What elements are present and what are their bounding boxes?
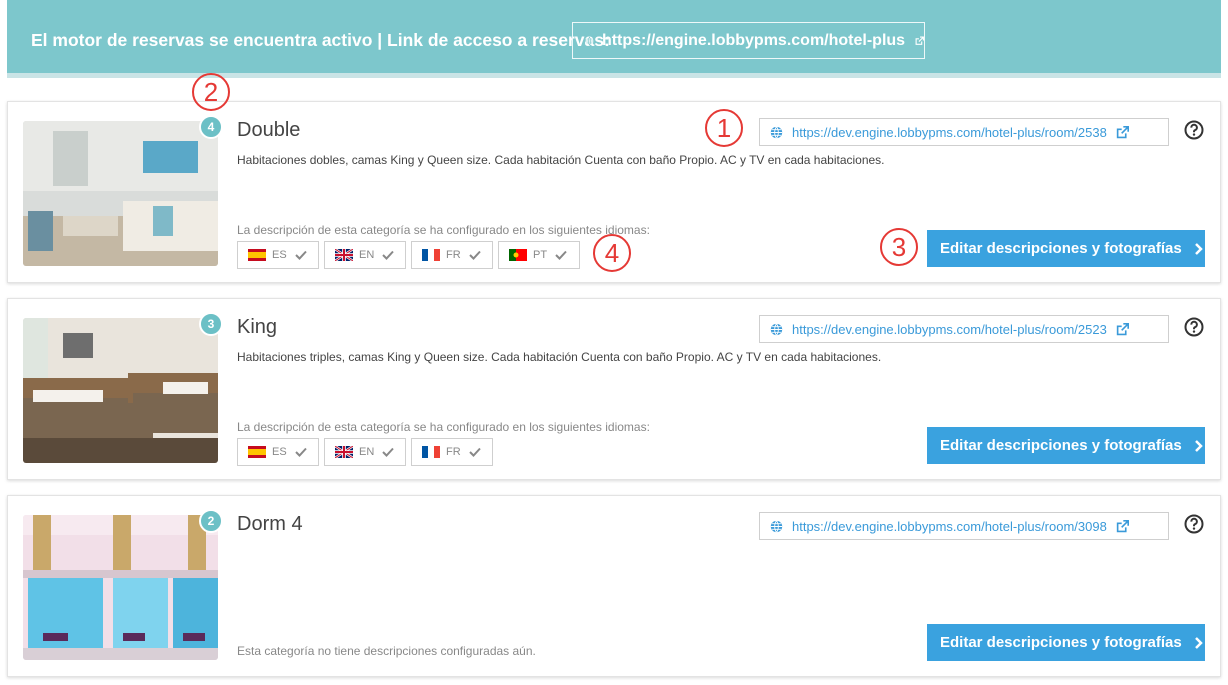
portugal-flag-icon bbox=[509, 249, 527, 261]
check-icon bbox=[468, 250, 481, 260]
room-count-badge: 3 bbox=[199, 312, 223, 336]
svg-text:3: 3 bbox=[892, 232, 906, 262]
room-title: Double bbox=[237, 119, 301, 141]
language-pt: PT bbox=[498, 241, 580, 269]
language-en: EN bbox=[324, 241, 406, 269]
uk-flag-icon bbox=[335, 249, 353, 261]
language-fr: FR bbox=[411, 438, 493, 466]
languages-label: La descripción de esta categoría se ha c… bbox=[237, 223, 650, 237]
globe-icon bbox=[770, 126, 783, 138]
room-photo-dorm-4 bbox=[23, 515, 218, 660]
external-link-icon bbox=[1116, 322, 1129, 335]
svg-text:2: 2 bbox=[204, 77, 218, 107]
booking-engine-banner: El motor de reservas se encuentra activo… bbox=[7, 0, 1221, 78]
spain-flag-icon bbox=[248, 446, 266, 458]
chevron-right-icon bbox=[1194, 439, 1203, 452]
languages-label: La descripción de esta categoría se ha c… bbox=[237, 420, 650, 434]
globe-icon bbox=[770, 323, 783, 335]
external-link-icon bbox=[1116, 519, 1129, 532]
edit-descriptions-button[interactable]: Editar descripciones y fotografías bbox=[927, 427, 1205, 464]
check-icon bbox=[382, 250, 395, 260]
external-link-icon bbox=[915, 36, 924, 45]
language-en: EN bbox=[324, 438, 406, 466]
language-list: ES EN FR bbox=[237, 438, 493, 466]
booking-engine-link-text: https://engine.lobbypms.com/hotel-plus bbox=[601, 31, 906, 49]
room-description: Habitaciones dobles, camas King y Queen … bbox=[237, 153, 885, 167]
help-icon[interactable] bbox=[1184, 120, 1204, 140]
check-icon bbox=[468, 447, 481, 457]
room-photo-king bbox=[23, 318, 218, 463]
help-icon[interactable] bbox=[1184, 514, 1204, 534]
room-count-badge: 4 bbox=[199, 115, 223, 139]
check-icon bbox=[382, 447, 395, 457]
room-link[interactable]: https://dev.engine.lobbypms.com/hotel-pl… bbox=[759, 118, 1169, 146]
globe-icon bbox=[770, 520, 783, 532]
france-flag-icon bbox=[422, 249, 440, 261]
room-photo-double bbox=[23, 121, 218, 266]
no-description-text: Esta categoría no tiene descripciones co… bbox=[237, 644, 536, 658]
external-link-icon bbox=[1116, 125, 1129, 138]
room-link[interactable]: https://dev.engine.lobbypms.com/hotel-pl… bbox=[759, 315, 1169, 343]
globe-icon bbox=[585, 36, 594, 45]
language-list: ES EN FR PT bbox=[237, 241, 580, 269]
annotation-4: 4 bbox=[593, 234, 631, 272]
annotation-2: 2 bbox=[192, 73, 230, 111]
banner-text: El motor de reservas se encuentra activo… bbox=[31, 30, 610, 50]
room-link-text: https://dev.engine.lobbypms.com/hotel-pl… bbox=[792, 321, 1107, 337]
room-description: Habitaciones triples, camas King y Queen… bbox=[237, 350, 882, 364]
room-link-text: https://dev.engine.lobbypms.com/hotel-pl… bbox=[792, 518, 1107, 534]
room-card-king: 3 King Habitaciones triples, camas King … bbox=[7, 298, 1221, 480]
annotation-1: 1 bbox=[705, 109, 743, 147]
edit-descriptions-button[interactable]: Editar descripciones y fotografías bbox=[927, 624, 1205, 661]
chevron-right-icon bbox=[1194, 636, 1203, 649]
france-flag-icon bbox=[422, 446, 440, 458]
room-count-badge: 2 bbox=[199, 509, 223, 533]
language-fr: FR bbox=[411, 241, 493, 269]
uk-flag-icon bbox=[335, 446, 353, 458]
check-icon bbox=[294, 447, 307, 457]
annotation-3: 3 bbox=[880, 228, 918, 266]
help-icon[interactable] bbox=[1184, 317, 1204, 337]
language-es: ES bbox=[237, 241, 319, 269]
room-title: Dorm 4 bbox=[237, 513, 303, 535]
svg-text:1: 1 bbox=[717, 113, 731, 143]
svg-text:4: 4 bbox=[605, 238, 619, 268]
language-es: ES bbox=[237, 438, 319, 466]
edit-descriptions-button[interactable]: Editar descripciones y fotografías bbox=[927, 230, 1205, 267]
room-link[interactable]: https://dev.engine.lobbypms.com/hotel-pl… bbox=[759, 512, 1169, 540]
spain-flag-icon bbox=[248, 249, 266, 261]
booking-engine-link[interactable]: https://engine.lobbypms.com/hotel-plus bbox=[572, 22, 925, 59]
room-title: King bbox=[237, 316, 278, 338]
room-link-text: https://dev.engine.lobbypms.com/hotel-pl… bbox=[792, 124, 1107, 140]
check-icon bbox=[294, 250, 307, 260]
chevron-right-icon bbox=[1194, 242, 1203, 255]
room-card-dorm-4: 2 Dorm 4 Esta categoría no tiene descrip… bbox=[7, 495, 1221, 677]
check-icon bbox=[555, 250, 567, 260]
